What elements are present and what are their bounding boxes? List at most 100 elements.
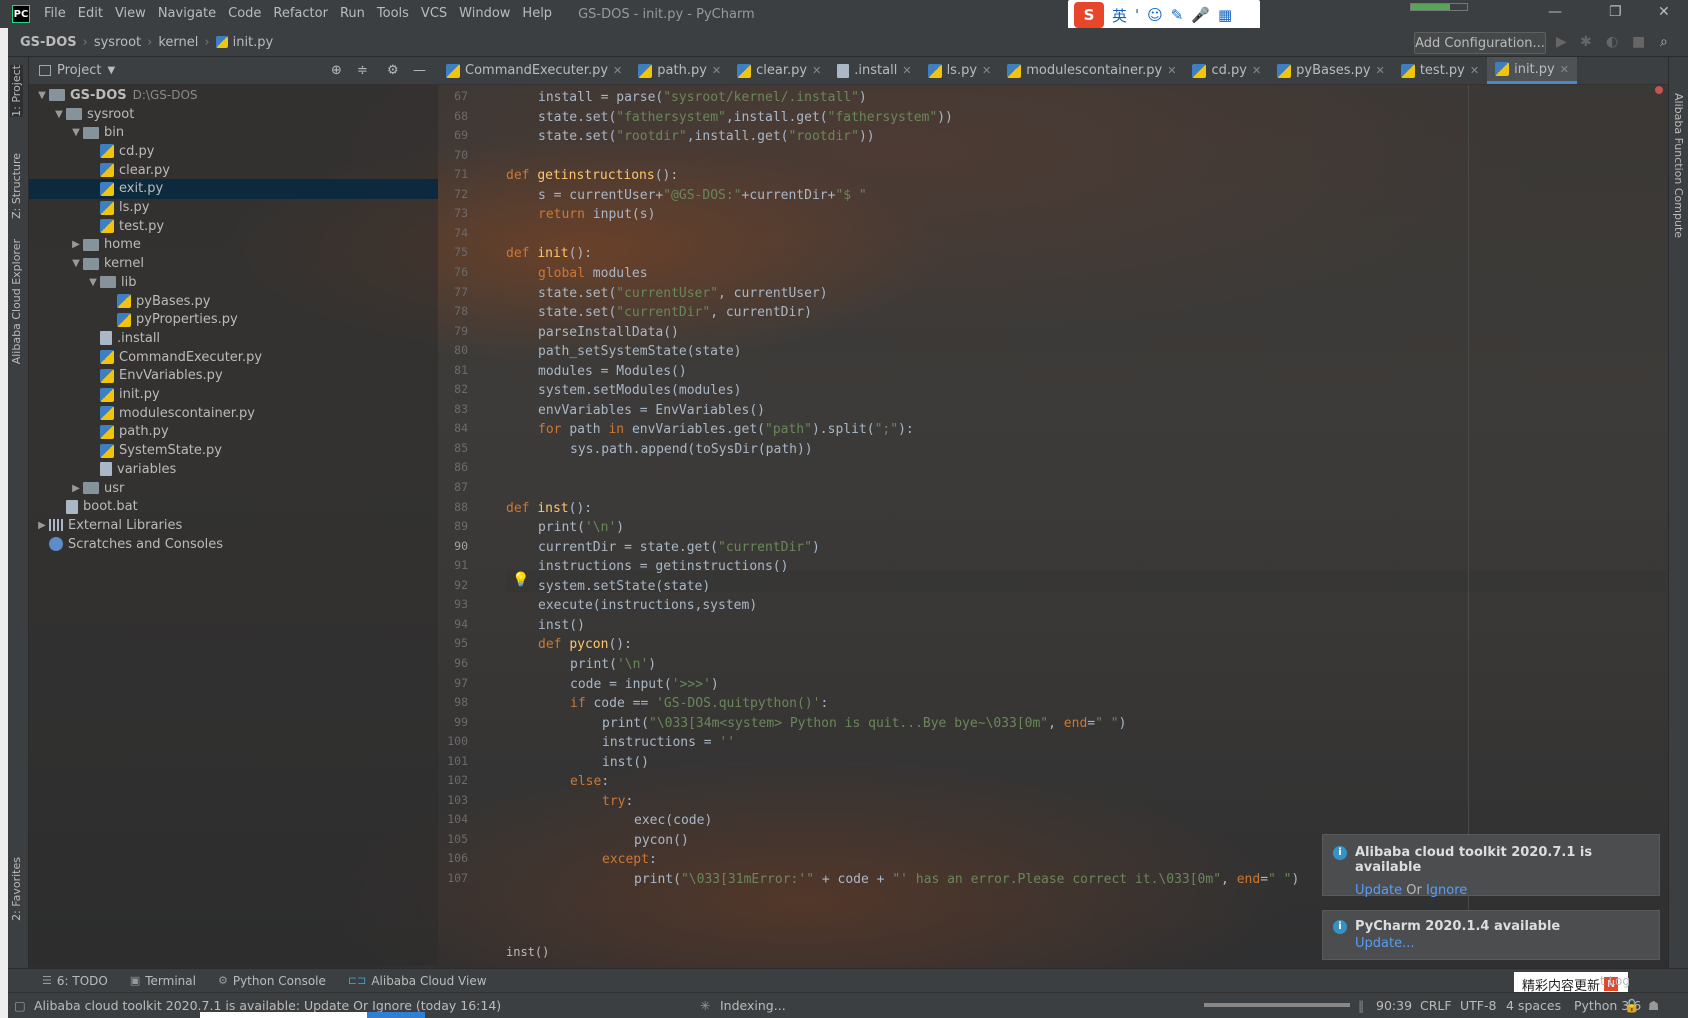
lock-icon[interactable]: 🔓: [1624, 998, 1640, 1014]
editor-tab[interactable]: init.py ✕: [1487, 57, 1577, 84]
tree-item[interactable]: ▼ kernel: [69, 254, 144, 274]
menu-navigate[interactable]: Navigate: [152, 0, 222, 28]
code-line[interactable]: install = parse("sysroot/kernel/.install…: [538, 87, 867, 108]
code-line[interactable]: return input(s): [538, 204, 655, 225]
tree-item[interactable]: SystemState.py: [86, 441, 222, 461]
ignore-link[interactable]: Ignore: [1426, 883, 1467, 898]
code-line[interactable]: parseInstallData(): [538, 322, 679, 343]
caret-position[interactable]: 90:39: [1376, 998, 1412, 1013]
close-tab-icon[interactable]: ✕: [1252, 64, 1261, 77]
code-line[interactable]: system.setState(state): [538, 576, 710, 597]
code-line[interactable]: print('\n'): [538, 517, 624, 538]
tab-structure[interactable]: Z: Structure: [10, 153, 23, 219]
close-tab-icon[interactable]: ✕: [982, 64, 991, 77]
toolwindow-button[interactable]: ▣ Terminal: [130, 974, 196, 988]
search-icon[interactable]: ⌕: [1660, 34, 1668, 50]
close-tab-icon[interactable]: ✕: [1376, 64, 1385, 77]
ime-tool-icon[interactable]: ☺: [1147, 6, 1163, 24]
tree-item[interactable]: ls.py: [86, 198, 149, 218]
tab-alibaba-function-compute[interactable]: Alibaba Function Compute: [1672, 93, 1685, 238]
menu-code[interactable]: Code: [222, 0, 267, 28]
code-line[interactable]: currentDir = state.get("currentDir"): [538, 537, 820, 558]
ime-tool-icon[interactable]: ': [1135, 6, 1139, 24]
menu-vcs[interactable]: VCS: [415, 0, 453, 28]
locate-icon[interactable]: ⊕: [331, 63, 342, 78]
tab-favorites[interactable]: 2: Favorites: [10, 857, 23, 921]
tree-item[interactable]: variables: [86, 459, 176, 479]
code-line[interactable]: def pycon():: [538, 634, 632, 655]
chevron-right-icon[interactable]: ▶: [69, 483, 83, 494]
code-line[interactable]: pycon(): [634, 830, 689, 851]
close-tab-icon[interactable]: ✕: [1167, 64, 1176, 77]
close-tab-icon[interactable]: ✕: [902, 64, 911, 77]
event-log-button[interactable]: t Log: [1600, 974, 1630, 988]
close-tab-icon[interactable]: ✕: [1470, 64, 1479, 77]
gear-icon[interactable]: ⚙: [387, 63, 399, 78]
code-line[interactable]: try:: [602, 791, 633, 812]
ime-tool-icon[interactable]: ▦: [1218, 6, 1232, 24]
tab-project[interactable]: 1: Project: [10, 65, 23, 117]
tree-item[interactable]: boot.bat: [52, 497, 138, 517]
close-tab-icon[interactable]: ✕: [1560, 63, 1569, 76]
breadcrumb-item[interactable]: sysroot: [94, 35, 141, 50]
menu-tools[interactable]: Tools: [371, 0, 415, 28]
chevron-down-icon[interactable]: ▼: [52, 109, 66, 120]
code-line[interactable]: envVariables = EnvVariables(): [538, 400, 765, 421]
code-line[interactable]: print("\033[31mError:'" + code + "' has …: [634, 869, 1299, 890]
code-line[interactable]: except:: [602, 849, 657, 870]
tree-item[interactable]: pyProperties.py: [103, 310, 238, 330]
tree-item[interactable]: pyBases.py: [103, 291, 210, 311]
code-line[interactable]: modules = Modules(): [538, 361, 687, 382]
tree-item[interactable]: path.py: [86, 422, 169, 442]
tree-item[interactable]: clear.py: [86, 160, 170, 180]
breadcrumb-item[interactable]: init.py: [233, 35, 274, 50]
code-line[interactable]: print('\n'): [570, 654, 656, 675]
chevron-down-icon[interactable]: ▼: [69, 127, 83, 138]
chevron-down-icon[interactable]: ▼: [107, 65, 115, 76]
editor-tab[interactable]: CommandExecuter.py ✕: [438, 57, 630, 84]
tree-item[interactable]: test.py: [86, 216, 164, 236]
breadcrumb-item[interactable]: GS-DOS: [20, 35, 77, 50]
update-link[interactable]: Update: [1355, 883, 1402, 898]
close-tab-icon[interactable]: ✕: [613, 64, 622, 77]
collapse-all-icon[interactable]: ≑: [357, 63, 368, 78]
code-line[interactable]: for path in envVariables.get("path").spl…: [538, 419, 914, 440]
code-line[interactable]: def getinstructions():: [506, 165, 678, 186]
tree-item[interactable]: modulescontainer.py: [86, 403, 255, 423]
tree-item[interactable]: cd.py: [86, 141, 154, 161]
editor-tab[interactable]: test.py ✕: [1393, 57, 1487, 84]
chevron-down-icon[interactable]: ▼: [69, 258, 83, 269]
tree-item[interactable]: exit.py: [29, 178, 438, 199]
close-icon[interactable]: ✕: [1658, 4, 1670, 20]
tree-item[interactable]: ▼ lib: [86, 272, 136, 292]
toolwindow-button[interactable]: ⊏⊐ Alibaba Cloud View: [348, 974, 487, 988]
toolwindow-button[interactable]: ☰ 6: TODO: [42, 974, 108, 988]
tree-item[interactable]: ▶ usr: [69, 478, 124, 498]
tree-item[interactable]: EnvVariables.py: [86, 366, 223, 386]
code-line[interactable]: sys.path.append(toSysDir(path)): [570, 439, 813, 460]
code-line[interactable]: if code == 'GS-DOS.quitpython()':: [570, 693, 828, 714]
tree-item[interactable]: ▼ sysroot: [52, 104, 134, 124]
editor-breadcrumb[interactable]: inst(): [506, 945, 549, 959]
code-line[interactable]: exec(code): [634, 810, 712, 831]
menu-view[interactable]: View: [109, 0, 152, 28]
menu-window[interactable]: Window: [453, 0, 516, 28]
hide-icon[interactable]: —: [413, 63, 426, 78]
indent-setting[interactable]: 4 spaces: [1506, 998, 1561, 1013]
sogou-logo-icon[interactable]: S: [1074, 2, 1104, 28]
editor-tab[interactable]: .install ✕: [829, 57, 919, 84]
debug-icon[interactable]: ✱: [1580, 34, 1592, 50]
toolwindow-button[interactable]: ⚙ Python Console: [218, 974, 326, 988]
code-line[interactable]: state.set("rootdir",install.get("rootdir…: [538, 126, 875, 147]
code-editor[interactable]: install = parse("sysroot/kernel/.install…: [506, 85, 1666, 945]
code-line[interactable]: def inst():: [506, 498, 592, 519]
minimize-icon[interactable]: —: [1548, 4, 1562, 20]
code-line[interactable]: inst(): [538, 615, 585, 636]
menu-help[interactable]: Help: [516, 0, 558, 28]
code-line[interactable]: else:: [570, 771, 609, 792]
chevron-down-icon[interactable]: ▼: [35, 90, 49, 101]
code-line[interactable]: def init():: [506, 243, 592, 264]
update-link[interactable]: Update...: [1355, 936, 1414, 951]
restore-icon[interactable]: ❐: [1609, 4, 1622, 20]
ime-language-toggle[interactable]: 英: [1112, 5, 1127, 26]
